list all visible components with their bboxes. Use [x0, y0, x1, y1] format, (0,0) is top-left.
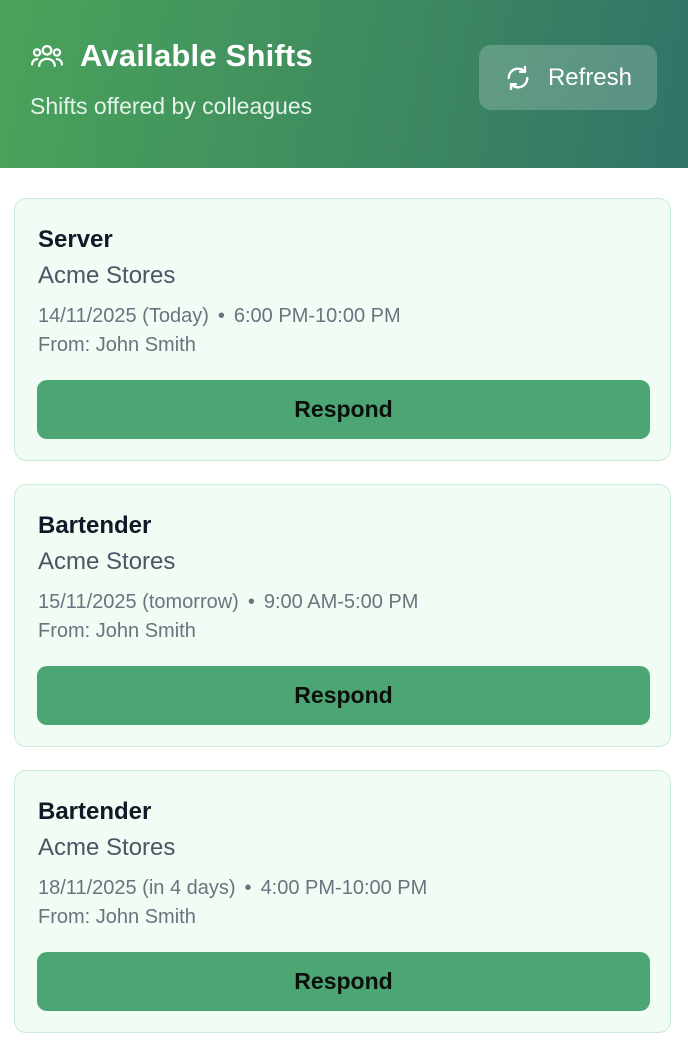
- shift-card: Server Acme Stores 14/11/2025 (Today) • 6:…: [14, 198, 671, 461]
- respond-button[interactable]: Respond: [37, 380, 650, 439]
- respond-label: Respond: [294, 396, 393, 422]
- shift-date: 15/11/2025 (tomorrow): [38, 591, 239, 613]
- shift-card: Bartender Acme Stores 18/11/2025 (in 4 d…: [14, 770, 671, 1033]
- separator-dot: •: [217, 305, 225, 327]
- shift-company: Acme Stores: [38, 834, 176, 861]
- respond-label: Respond: [294, 682, 393, 708]
- shift-list: Server Acme Stores 14/11/2025 (Today) • 6:…: [0, 168, 688, 1033]
- respond-button[interactable]: Respond: [37, 666, 650, 725]
- page-title: Available Shifts: [80, 38, 313, 73]
- shift-datetime: 14/11/2025 (Today) • 6:00 PM-10:00 PM: [38, 303, 648, 329]
- refresh-button[interactable]: Refresh: [479, 45, 657, 110]
- refresh-icon: [504, 64, 532, 92]
- users-icon: [30, 39, 64, 73]
- shift-datetime: 18/11/2025 (in 4 days) • 4:00 PM-10:00 PM: [38, 875, 648, 901]
- shift-role: Server: [38, 226, 113, 253]
- shift-role: Bartender: [38, 798, 152, 825]
- shift-card: Bartender Acme Stores 15/11/2025 (tomorr…: [14, 484, 671, 747]
- shift-time: 6:00 PM-10:00 PM: [233, 305, 401, 327]
- shift-offered-by: From: John Smith: [38, 906, 196, 928]
- shift-offered-by: From: John Smith: [38, 620, 196, 642]
- shift-date: 18/11/2025 (in 4 days): [38, 877, 236, 899]
- shift-time: 9:00 AM-5:00 PM: [263, 591, 419, 613]
- shift-date: 14/11/2025 (Today): [38, 305, 209, 327]
- shift-offered-by: From: John Smith: [38, 334, 196, 356]
- respond-label: Respond: [294, 968, 393, 994]
- separator-dot: •: [244, 877, 252, 899]
- refresh-label: Refresh: [547, 63, 633, 91]
- page-header: Available Shifts Shifts offered by colle…: [0, 0, 688, 168]
- shift-datetime: 15/11/2025 (tomorrow) • 9:00 AM-5:00 PM: [38, 589, 648, 615]
- header-title-row: Available Shifts: [30, 38, 313, 74]
- shift-company: Acme Stores: [38, 262, 176, 289]
- separator-dot: •: [247, 591, 255, 613]
- shift-company: Acme Stores: [38, 548, 176, 575]
- shift-time: 4:00 PM-10:00 PM: [260, 877, 428, 899]
- page-subtitle: Shifts offered by colleagues: [30, 93, 313, 119]
- respond-button[interactable]: Respond: [37, 952, 650, 1011]
- shift-role: Bartender: [38, 512, 152, 539]
